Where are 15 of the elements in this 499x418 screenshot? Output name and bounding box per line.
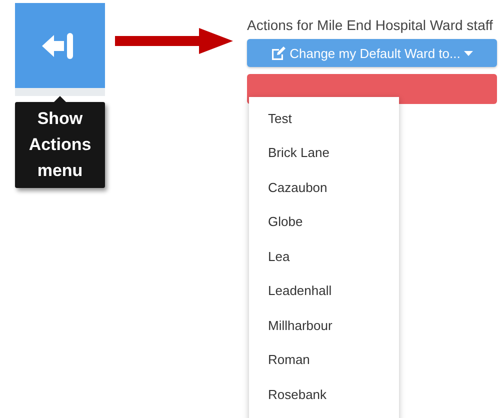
menu-item[interactable]: Leadenhall — [249, 274, 399, 308]
edit-icon — [270, 46, 286, 60]
caret-icon — [464, 50, 474, 56]
menu-item[interactable]: Lea — [249, 239, 399, 274]
tooltip: Show Actions menu — [15, 102, 105, 188]
show-actions-button[interactable] — [15, 3, 105, 88]
menu-item[interactable]: Roman — [249, 342, 399, 377]
menu-item[interactable]: Millharbour — [249, 308, 399, 342]
actions-title: Actions for Mile End Hospital Ward staff — [247, 17, 494, 34]
menu-item[interactable]: Globe — [249, 204, 399, 239]
menu-item[interactable]: Rosebank — [249, 377, 399, 412]
menu-item[interactable]: Test — [249, 101, 399, 136]
menu-item[interactable]: Cazaubon — [249, 170, 399, 204]
menu-item[interactable]: Brick Lane — [249, 136, 399, 170]
tooltip-pointer — [54, 96, 66, 102]
